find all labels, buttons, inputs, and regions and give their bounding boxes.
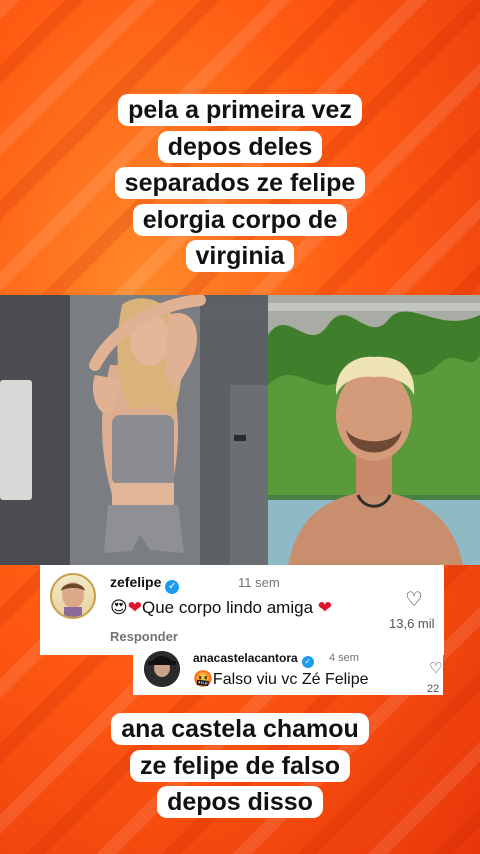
avatar-anacastelacantora-image xyxy=(144,651,180,687)
like-count: 22 xyxy=(427,683,440,695)
top-caption-line-4: elorgia corpo de xyxy=(132,203,348,236)
top-caption-line-5: virginia xyxy=(185,240,295,272)
like-heart-icon[interactable]: ♡ xyxy=(405,587,423,612)
heart-eyes-emoji: 😍 xyxy=(110,598,128,618)
avatar-zefelipe-image xyxy=(61,582,85,617)
red-heart-icon: ❤ xyxy=(127,598,142,618)
username-text[interactable]: zefelipe xyxy=(110,574,161,590)
reply-button[interactable]: Responder xyxy=(110,629,178,644)
comment-username[interactable]: zefelipe ✓ xyxy=(110,574,180,594)
verified-badge-icon: ✓ xyxy=(301,656,314,668)
angry-face-emoji: 🤬 xyxy=(193,669,213,688)
avatar-anacastelacantora[interactable] xyxy=(144,651,180,687)
comment-username[interactable]: anacastelacantora ✓ xyxy=(193,651,314,668)
avatar-zefelipe[interactable] xyxy=(50,573,96,619)
like-heart-icon[interactable]: ♡ xyxy=(429,659,442,677)
photo-man-in-pool-illustration xyxy=(268,295,480,565)
top-caption-line-3: separados ze felipe xyxy=(114,167,366,199)
top-caption-line-2: depos deles xyxy=(157,130,323,163)
comment-anacastelacantora: anacastelacantora ✓ 4 sem 🤬Falso viu vc Z… xyxy=(133,645,443,695)
comment-time: 11 sem xyxy=(238,575,280,590)
comment-zefelipe: zefelipe ✓ 11 sem 😍❤Que corpo lindo amiga… xyxy=(40,565,444,655)
photo-man-in-pool xyxy=(268,295,480,565)
bottom-caption-line-3: depos disso xyxy=(157,786,323,818)
red-heart-icon: ❤ xyxy=(317,598,333,618)
username-text[interactable]: anacastelacantora xyxy=(193,651,298,665)
bottom-caption-line-1: ana castela chamou xyxy=(111,713,369,745)
comment-body: Que corpo lindo amiga xyxy=(141,598,314,617)
top-caption: pela a primeira vez depos deles separado… xyxy=(90,92,390,275)
bottom-caption-line-2: ze felipe de falso xyxy=(129,749,351,782)
bottom-caption: ana castela chamou ze felipe de falso de… xyxy=(90,711,390,821)
photo-woman-dancing-illustration xyxy=(0,295,268,565)
comment-body: Falso viu vc Zé Felipe xyxy=(212,671,369,688)
comment-text: 🤬Falso viu vc Zé Felipe xyxy=(193,669,369,689)
top-caption-line-1: pela a primeira vez xyxy=(118,94,362,126)
verified-badge-icon: ✓ xyxy=(165,580,180,594)
like-count: 13,6 mil xyxy=(389,616,435,631)
comment-time: 4 sem xyxy=(329,652,359,664)
comment-text: 😍❤Que corpo lindo amiga ❤ xyxy=(110,598,332,618)
photo-woman-dancing xyxy=(0,295,268,565)
